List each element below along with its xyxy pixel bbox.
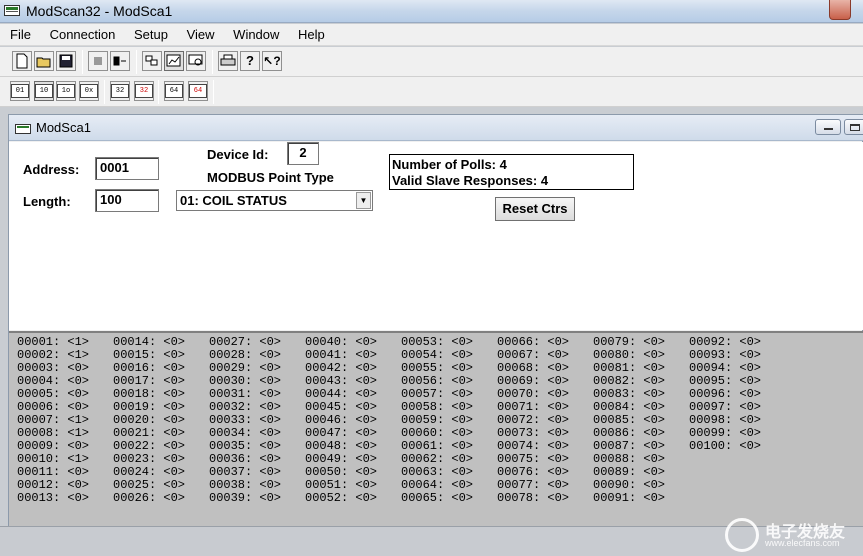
float32-format-label: 32 [111, 84, 129, 98]
coil-value: 00091: <0> [593, 491, 666, 505]
monitor-icon[interactable] [186, 51, 206, 71]
minimize-button[interactable] [815, 119, 841, 135]
coil-data-area: 00001: <1> 00002: <1> 00003: <0> 00004: <0>… [9, 331, 863, 527]
coil-column: 00014: <0> 00015: <0> 00016: <0> 00017: <0>… [113, 336, 185, 505]
watermark-logo-icon [725, 518, 759, 552]
decimal-format-icon[interactable]: 10 [34, 81, 54, 101]
watermark-url: www.elecfans.com [765, 538, 840, 548]
double64-swapped-label: 64 [189, 84, 207, 98]
toolbar-separator [82, 50, 83, 74]
window-close-button[interactable] [829, 0, 851, 20]
toolbar-separator [213, 80, 214, 104]
app-icon [4, 5, 20, 16]
scan-settings-panel: Address: 0001 Length: 100 Device Id: 2 M… [9, 142, 863, 330]
watermark: 电子发烧友 www.elecfans.com [725, 514, 863, 554]
menu-setup[interactable]: Setup [134, 24, 168, 42]
binary-format-icon[interactable]: 01 [10, 81, 30, 101]
float32-swapped-icon[interactable]: 32 [134, 81, 154, 101]
device-id-field[interactable]: 2 [287, 142, 319, 165]
coil-value: 00039: <0> [209, 491, 282, 505]
point-type-select[interactable]: 01: COIL STATUS ▼ [176, 190, 373, 211]
coil-value: 00052: <0> [305, 491, 378, 505]
disconnect-icon[interactable] [110, 51, 130, 71]
main-toolbar: ? ↖? [0, 47, 863, 77]
open-folder-icon[interactable] [34, 51, 54, 71]
octal-format-label: 1o [57, 84, 75, 98]
point-type-value: 01: COIL STATUS [180, 193, 287, 208]
decimal-format-label: 10 [35, 84, 53, 98]
app-title-bar: ModScan32 - ModSca1 [0, 0, 863, 23]
print-icon[interactable] [218, 51, 238, 71]
point-type-label: MODBUS Point Type [207, 170, 334, 185]
new-file-icon[interactable] [12, 51, 32, 71]
address-label: Address: [23, 162, 80, 177]
poll-stats-box: Number of Polls: 4 Valid Slave Responses… [389, 154, 634, 190]
polls-count: Number of Polls: 4 [392, 157, 507, 172]
device-id-label: Device Id: [207, 147, 269, 162]
menu-bar: File Connection Setup View Window Help [0, 24, 863, 46]
toolbar-separator [212, 50, 213, 74]
coil-column: 00027: <0> 00028: <0> 00029: <0> 00030: <0>… [209, 336, 281, 505]
double64-format-icon[interactable]: 64 [164, 81, 184, 101]
float32-format-icon[interactable]: 32 [110, 81, 130, 101]
maximize-button[interactable] [844, 119, 863, 135]
toolbar-separator [136, 50, 137, 74]
context-help-icon[interactable]: ↖? [262, 51, 282, 71]
format-toolbar: 01 10 1o 0x 32 32 64 64 [0, 77, 863, 107]
coil-value: 00065: <0> [401, 491, 474, 505]
save-icon[interactable] [56, 51, 76, 71]
menu-help[interactable]: Help [298, 24, 325, 42]
coil-value: 00100: <0> [689, 439, 762, 453]
display-config-icon[interactable] [142, 51, 162, 71]
coil-column: 00066: <0> 00067: <0> 00068: <0> 00069: <0>… [497, 336, 569, 505]
child-window-icon [15, 124, 31, 134]
chevron-down-icon[interactable]: ▼ [356, 192, 371, 209]
reset-counters-button[interactable]: Reset Ctrs [495, 197, 575, 221]
menu-window[interactable]: Window [233, 24, 279, 42]
coil-column: 00079: <0> 00080: <0> 00081: <0> 00082: <0>… [593, 336, 665, 505]
app-title: ModScan32 - ModSca1 [26, 3, 173, 19]
coil-column: 00092: <0> 00093: <0> 00094: <0> 00095: <0>… [689, 336, 761, 453]
coil-column: 00053: <0> 00054: <0> 00055: <0> 00056: <0>… [401, 336, 473, 505]
address-field[interactable]: 0001 [95, 157, 159, 180]
length-label: Length: [23, 194, 71, 209]
menu-view[interactable]: View [187, 24, 215, 42]
mdi-child-window: ModSca1 Address: 0001 Length: 100 Device… [8, 114, 863, 527]
coil-value: 00078: <0> [497, 491, 570, 505]
length-field[interactable]: 100 [95, 189, 159, 212]
coil-value: 00013: <0> [17, 491, 90, 505]
toolbar-separator [104, 80, 105, 104]
child-title-bar: ModSca1 [9, 115, 863, 141]
binary-format-label: 01 [11, 84, 29, 98]
child-title: ModSca1 [36, 120, 91, 135]
toolbar-separator [158, 80, 159, 104]
help-question-icon[interactable]: ? [240, 51, 260, 71]
hex-format-label: 0x [80, 84, 98, 98]
connect-icon[interactable] [88, 51, 108, 71]
coil-column: 00040: <0> 00041: <0> 00042: <0> 00043: <0>… [305, 336, 377, 505]
menu-file[interactable]: File [10, 24, 31, 42]
graph-icon[interactable] [164, 51, 184, 71]
float32-swapped-label: 32 [135, 84, 153, 98]
octal-format-icon[interactable]: 1o [56, 81, 76, 101]
double64-swapped-icon[interactable]: 64 [188, 81, 208, 101]
valid-responses-count: Valid Slave Responses: 4 [392, 173, 549, 188]
coil-value: 00026: <0> [113, 491, 186, 505]
coil-column: 00001: <1> 00002: <1> 00003: <0> 00004: <0>… [17, 336, 89, 505]
hex-format-icon[interactable]: 0x [79, 81, 99, 101]
menu-connection[interactable]: Connection [50, 24, 116, 42]
double64-format-label: 64 [165, 84, 183, 98]
